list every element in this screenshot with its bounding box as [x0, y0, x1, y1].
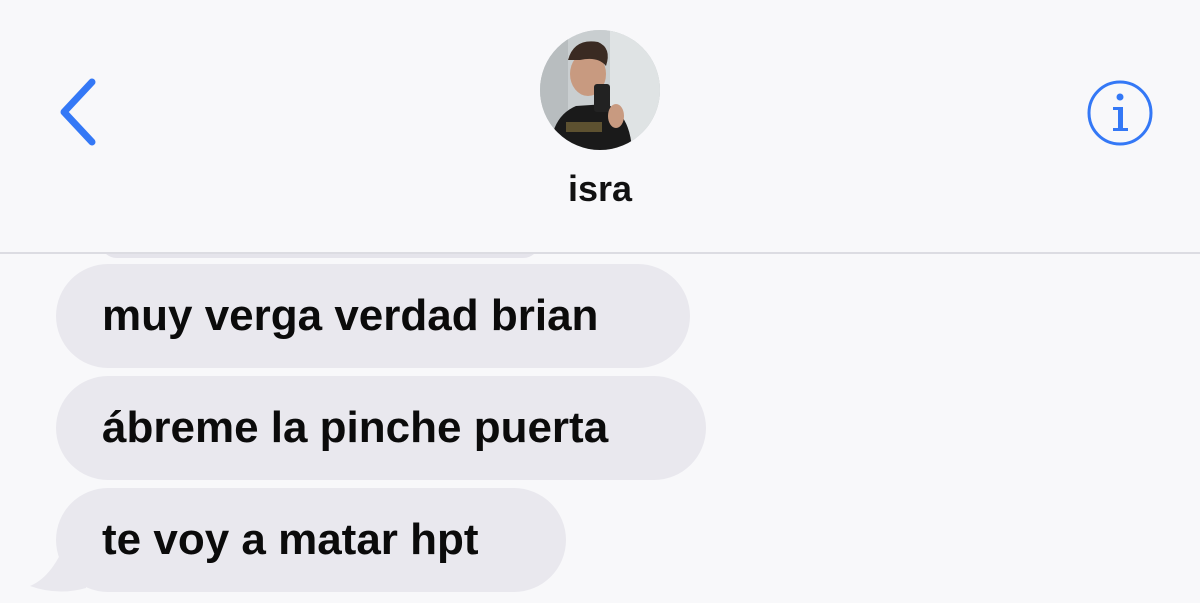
received-message-bubble[interactable]: muy verga verdad brian	[56, 264, 690, 368]
info-icon	[1087, 80, 1153, 146]
received-message-bubble[interactable]: te voy a matar hpt	[56, 488, 566, 592]
chevron-left-icon	[60, 78, 96, 146]
avatar[interactable]	[540, 30, 660, 150]
bubble-tail	[30, 536, 86, 592]
contact-name[interactable]: isra	[0, 168, 1200, 210]
previous-message-bubble	[100, 254, 540, 258]
contact-avatar-photo	[540, 30, 660, 150]
received-message-bubble[interactable]: ábreme la pinche puerta	[56, 376, 706, 480]
info-button[interactable]	[1085, 78, 1155, 148]
back-button[interactable]	[52, 72, 112, 152]
message-list[interactable]: muy verga verdad brian ábreme la pinche …	[0, 254, 1200, 603]
conversation-header: isra	[0, 0, 1200, 254]
